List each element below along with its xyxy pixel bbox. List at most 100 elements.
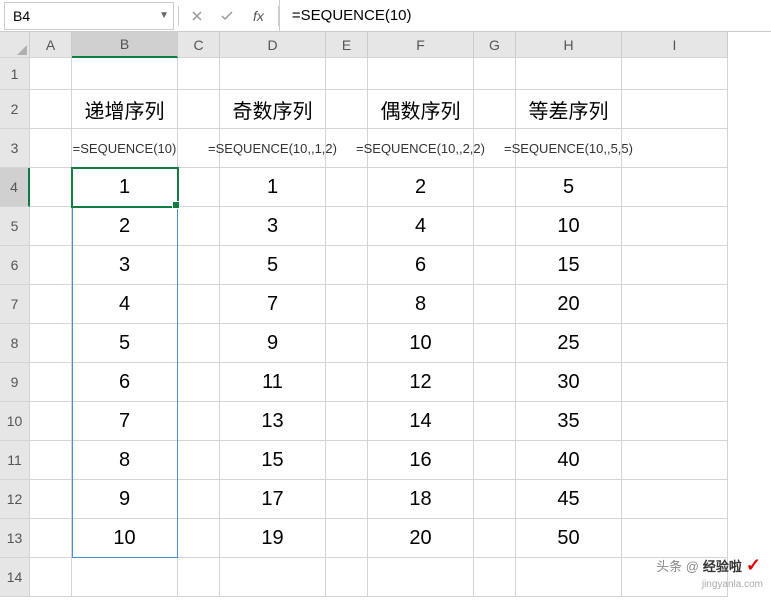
cell-G10[interactable] xyxy=(474,402,516,441)
row-header-8[interactable]: 8 xyxy=(0,324,30,363)
cell-I5[interactable] xyxy=(622,207,728,246)
row-header-2[interactable]: 2 xyxy=(0,90,30,129)
cell-H4[interactable]: 5 xyxy=(516,168,622,207)
cell-D7[interactable]: 7 xyxy=(220,285,326,324)
cell-F14[interactable] xyxy=(368,558,474,597)
cell-G11[interactable] xyxy=(474,441,516,480)
cell-D8[interactable]: 9 xyxy=(220,324,326,363)
cell-I6[interactable] xyxy=(622,246,728,285)
name-box-dropdown-icon[interactable]: ▼ xyxy=(159,10,169,21)
cell-A10[interactable] xyxy=(30,402,72,441)
column-header-C[interactable]: C xyxy=(178,32,220,58)
cell-I9[interactable] xyxy=(622,363,728,402)
cell-A8[interactable] xyxy=(30,324,72,363)
cancel-button[interactable] xyxy=(183,4,211,28)
cell-G13[interactable] xyxy=(474,519,516,558)
cell-F3[interactable]: =SEQUENCE(10,,2,2) xyxy=(368,129,474,168)
cell-I2[interactable] xyxy=(622,90,728,129)
cell-I10[interactable] xyxy=(622,402,728,441)
column-header-F[interactable]: F xyxy=(368,32,474,58)
cell-C12[interactable] xyxy=(178,480,220,519)
cell-E13[interactable] xyxy=(326,519,368,558)
cell-H3[interactable]: =SEQUENCE(10,,5,5) xyxy=(516,129,622,168)
cell-F9[interactable]: 12 xyxy=(368,363,474,402)
cell-B7[interactable]: 4 xyxy=(72,285,178,324)
column-header-A[interactable]: A xyxy=(30,32,72,58)
cell-F10[interactable]: 14 xyxy=(368,402,474,441)
cell-A11[interactable] xyxy=(30,441,72,480)
cell-B13[interactable]: 10 xyxy=(72,519,178,558)
row-header-7[interactable]: 7 xyxy=(0,285,30,324)
cell-E7[interactable] xyxy=(326,285,368,324)
column-header-G[interactable]: G xyxy=(474,32,516,58)
cell-B6[interactable]: 3 xyxy=(72,246,178,285)
cell-A3[interactable] xyxy=(30,129,72,168)
cell-I3[interactable] xyxy=(622,129,728,168)
cell-C13[interactable] xyxy=(178,519,220,558)
fx-label[interactable]: fx xyxy=(243,8,274,24)
cell-C7[interactable] xyxy=(178,285,220,324)
cell-E11[interactable] xyxy=(326,441,368,480)
cell-F12[interactable]: 18 xyxy=(368,480,474,519)
cell-C1[interactable] xyxy=(178,58,220,90)
cell-F5[interactable]: 4 xyxy=(368,207,474,246)
cell-E9[interactable] xyxy=(326,363,368,402)
cell-G12[interactable] xyxy=(474,480,516,519)
cell-C9[interactable] xyxy=(178,363,220,402)
cell-D10[interactable]: 13 xyxy=(220,402,326,441)
cell-D11[interactable]: 15 xyxy=(220,441,326,480)
cell-D6[interactable]: 5 xyxy=(220,246,326,285)
row-header-13[interactable]: 13 xyxy=(0,519,30,558)
column-header-B[interactable]: B xyxy=(72,32,178,58)
cell-B2[interactable]: 递增序列 xyxy=(72,90,178,129)
cell-A4[interactable] xyxy=(30,168,72,207)
cell-I1[interactable] xyxy=(622,58,728,90)
cell-C10[interactable] xyxy=(178,402,220,441)
cell-E10[interactable] xyxy=(326,402,368,441)
cell-A5[interactable] xyxy=(30,207,72,246)
cell-G6[interactable] xyxy=(474,246,516,285)
cell-D13[interactable]: 19 xyxy=(220,519,326,558)
row-header-14[interactable]: 14 xyxy=(0,558,30,597)
cell-B14[interactable] xyxy=(72,558,178,597)
cell-H12[interactable]: 45 xyxy=(516,480,622,519)
cell-D5[interactable]: 3 xyxy=(220,207,326,246)
cell-A1[interactable] xyxy=(30,58,72,90)
cell-I12[interactable] xyxy=(622,480,728,519)
cell-C2[interactable] xyxy=(178,90,220,129)
cell-E4[interactable] xyxy=(326,168,368,207)
formula-input[interactable]: =SEQUENCE(10) xyxy=(279,0,771,31)
cell-B4[interactable]: 1 xyxy=(72,168,178,207)
cell-G14[interactable] xyxy=(474,558,516,597)
cell-G1[interactable] xyxy=(474,58,516,90)
row-header-5[interactable]: 5 xyxy=(0,207,30,246)
row-header-12[interactable]: 12 xyxy=(0,480,30,519)
cell-H11[interactable]: 40 xyxy=(516,441,622,480)
cell-D3[interactable]: =SEQUENCE(10,,1,2) xyxy=(220,129,326,168)
cell-D12[interactable]: 17 xyxy=(220,480,326,519)
cell-D14[interactable] xyxy=(220,558,326,597)
cell-F1[interactable] xyxy=(368,58,474,90)
cell-E1[interactable] xyxy=(326,58,368,90)
cell-E8[interactable] xyxy=(326,324,368,363)
cell-B1[interactable] xyxy=(72,58,178,90)
cell-I13[interactable] xyxy=(622,519,728,558)
cell-I4[interactable] xyxy=(622,168,728,207)
cell-F8[interactable]: 10 xyxy=(368,324,474,363)
cell-I8[interactable] xyxy=(622,324,728,363)
cell-A2[interactable] xyxy=(30,90,72,129)
cell-A12[interactable] xyxy=(30,480,72,519)
cell-H5[interactable]: 10 xyxy=(516,207,622,246)
cell-F13[interactable]: 20 xyxy=(368,519,474,558)
cell-A14[interactable] xyxy=(30,558,72,597)
cell-E14[interactable] xyxy=(326,558,368,597)
cell-H7[interactable]: 20 xyxy=(516,285,622,324)
cell-F6[interactable]: 6 xyxy=(368,246,474,285)
cell-G4[interactable] xyxy=(474,168,516,207)
cell-D4[interactable]: 1 xyxy=(220,168,326,207)
column-header-E[interactable]: E xyxy=(326,32,368,58)
name-box[interactable]: B4 ▼ xyxy=(4,2,174,30)
enter-button[interactable] xyxy=(213,4,241,28)
cell-F2[interactable]: 偶数序列 xyxy=(368,90,474,129)
cell-C6[interactable] xyxy=(178,246,220,285)
